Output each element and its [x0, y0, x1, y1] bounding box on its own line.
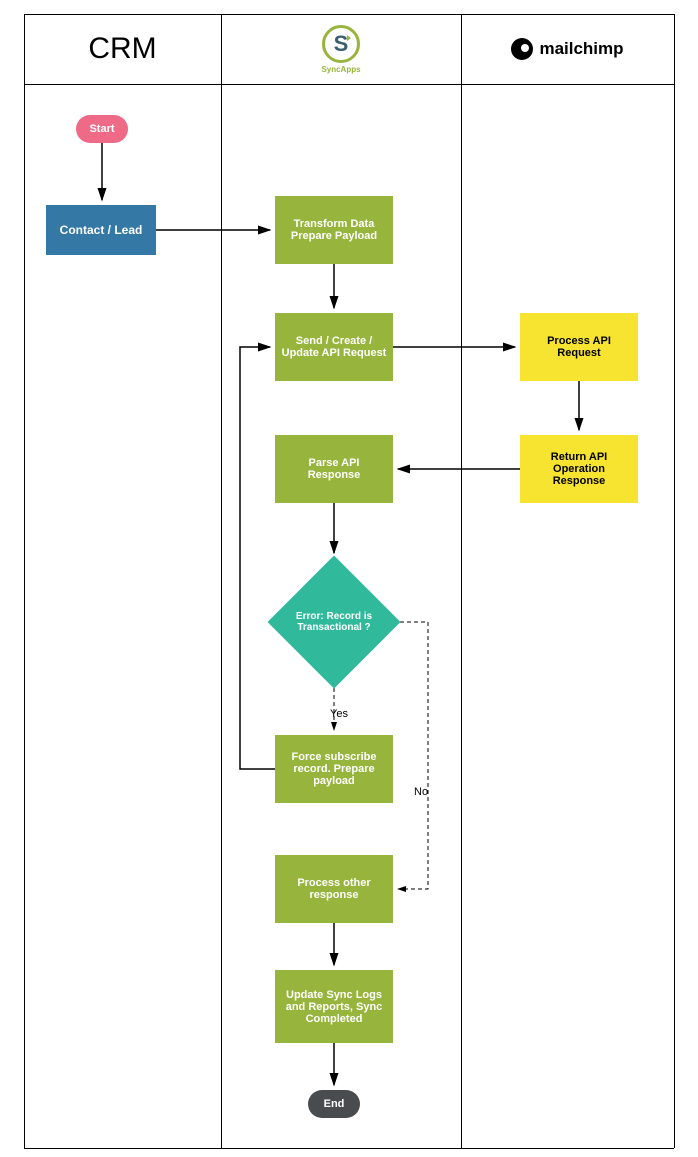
node-send-request: Send / Create / Update API Request	[275, 313, 393, 381]
syncapps-label: SyncApps	[321, 65, 360, 74]
node-contact-lead: Contact / Lead	[46, 205, 156, 255]
mailchimp-label: mailchimp	[539, 39, 623, 59]
label-no: No	[414, 786, 428, 798]
node-transform: Transform Data Prepare Payload	[275, 196, 393, 264]
flowchart-container: CRM S SyncApps mailchimp Start Contact /…	[0, 0, 698, 1157]
node-process-api: Process API Request	[520, 313, 638, 381]
node-force-subscribe: Force subscribe record. Prepare payload	[275, 735, 393, 803]
node-process-other: Process other response	[275, 855, 393, 923]
node-return-api: Return API Operation Response	[520, 435, 638, 503]
label-yes: Yes	[330, 708, 348, 720]
node-end: End	[308, 1090, 360, 1118]
column-header-crm: CRM	[24, 14, 221, 84]
mailchimp-icon	[511, 38, 533, 60]
node-parse-response: Parse API Response	[275, 435, 393, 503]
decision-text: Error: Record is Transactional ?	[274, 611, 394, 633]
node-update-logs: Update Sync Logs and Reports, Sync Compl…	[275, 970, 393, 1043]
node-start: Start	[76, 115, 128, 143]
column-header-mailchimp: mailchimp	[461, 14, 674, 84]
column-header-syncapps: S SyncApps	[221, 14, 461, 84]
node-decision: Error: Record is Transactional ?	[268, 556, 400, 688]
syncapps-logo-icon: S SyncApps	[321, 25, 360, 74]
